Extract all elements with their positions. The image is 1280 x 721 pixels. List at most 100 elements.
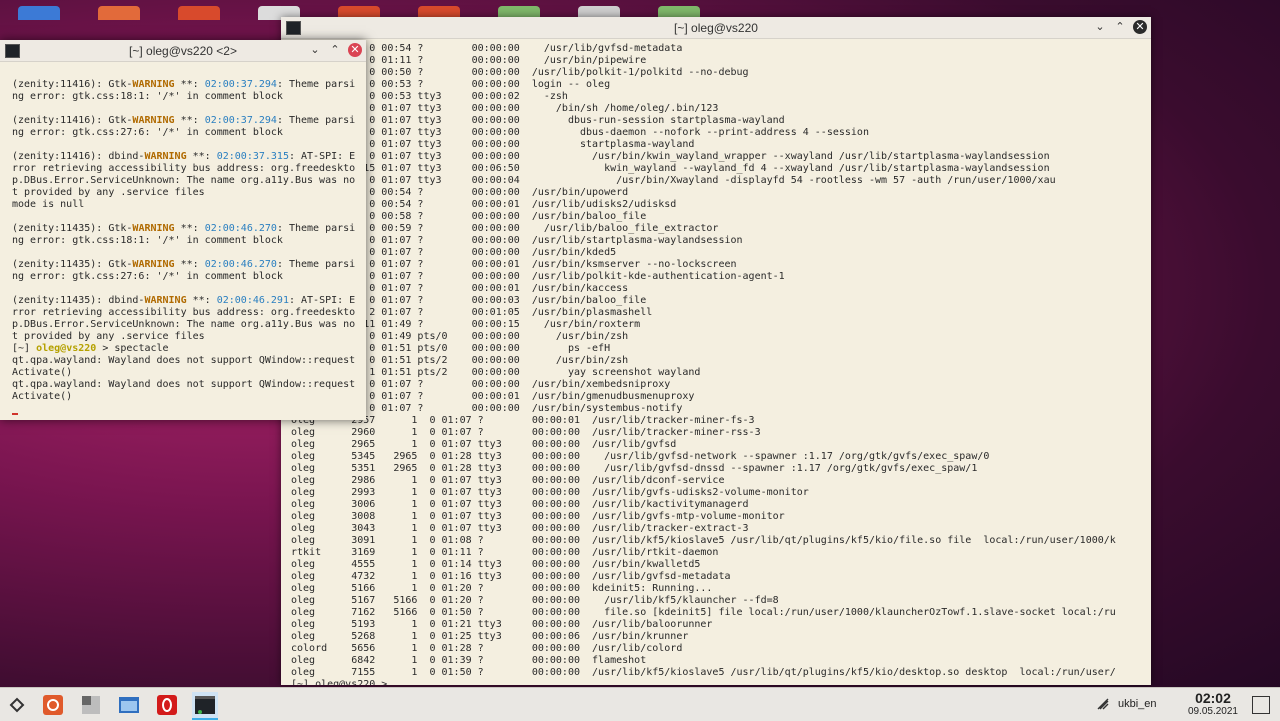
prompt-line: [~] oleg@vs220 > spectacle [12,343,354,355]
log-line: t provided by any .service files [12,187,205,198]
prompt-user: oleg@vs220 [36,343,97,354]
keyboard-layout[interactable]: ukbi_en [1118,698,1157,710]
log-line: mode is null [12,199,85,210]
terminal-line: 2875 2866 0 01:07 tty3 00:00:04 /usr/bin… [291,175,1056,186]
settings-icon[interactable] [40,692,66,718]
log-line: rror retrieving accessibility bus addres… [12,163,356,174]
terminal-line: 2939 1 2 01:07 ? 00:01:05 /usr/bin/plasm… [291,307,653,318]
terminal-line: colord 5656 1 0 01:28 ? 00:00:00 /usr/li… [291,643,683,654]
log-message: : AT-SPI: E [288,151,356,162]
log-time: 02:00:37.294 [204,115,277,126]
terminal-line: oleg 4732 1 0 01:16 tty3 00:00:00 /usr/l… [291,571,731,582]
prompt-prefix: [~] [12,343,37,354]
terminal-line: 7189 7171 1 01:51 pts/2 00:00:00 yay scr… [291,367,701,378]
log-message: : AT-SPI: E [288,295,356,306]
log-line: ng error: gtk.css:27:6: '/*' in comment … [12,271,283,282]
terminal-line: oleg 3008 1 0 01:07 tty3 00:00:00 /usr/l… [291,511,785,522]
log-line: (zenity:11435): Gtk-WARNING **: 02:00:46… [12,223,356,235]
terminal-line: oleg 4555 1 0 01:14 tty3 00:00:00 /usr/b… [291,559,701,570]
terminal-line: 2587 2449 0 00:59 ? 00:00:00 /usr/lib/ba… [291,223,719,234]
terminal-line: 7171 7091 0 01:51 pts/2 00:00:00 /usr/bi… [291,355,629,366]
log-message: : Theme parsi [276,79,356,90]
clock[interactable]: 02:02 09.05.2021 [1188,690,1238,717]
terminal-line: 2856 2855 0 01:07 tty3 00:00:00 dbus-run… [291,115,785,126]
terminal-line: 2449 1 0 00:58 ? 00:00:00 /usr/bin/baloo… [291,211,647,222]
terminal-line: oleg 3006 1 0 01:07 tty3 00:00:00 /usr/l… [291,499,749,510]
maximize-icon[interactable]: ⌃ [328,43,342,57]
log-source: (zenity:11416): Gtk- [12,79,133,90]
title-bar[interactable]: [~] oleg@vs220 ⌄ ⌃ ✕ [281,17,1151,39]
maximize-icon[interactable]: ⌃ [1113,20,1127,34]
log-source: (zenity:11435): Gtk- [12,259,133,270]
log-sep: **: [174,259,205,270]
log-line: rror retrieving accessibility bus addres… [12,307,356,318]
log-line: (zenity:11416): dbind-WARNING **: 02:00:… [12,151,356,163]
log-sep: **: [174,223,205,234]
log-line: qt.qpa.wayland: Wayland does not support… [12,379,356,390]
terminal-line: oleg 2965 1 0 01:07 tty3 00:00:00 /usr/l… [291,439,677,450]
log-level: WARNING [132,115,175,126]
log-source: (zenity:11416): dbind- [12,151,145,162]
log-line: ng error: gtk.css:18:1: '/*' in comment … [12,91,283,102]
show-desktop-icon[interactable] [1252,696,1270,714]
log-message: : Theme parsi [276,223,356,234]
log-line: qt.qpa.wayland: Wayland does not support… [12,355,356,366]
minimize-icon[interactable]: ⌄ [308,43,322,57]
log-sep: **: [186,151,217,162]
log-sep: **: [174,79,205,90]
opera-icon[interactable] [154,692,180,718]
terminal-line: 2941 1 0 01:07 ? 00:00:00 /usr/bin/xembe… [291,379,671,390]
log-source: (zenity:11435): Gtk- [12,223,133,234]
desktop-icon[interactable] [18,6,60,20]
app-launcher-icon[interactable] [4,692,30,718]
network-icon[interactable] [1096,697,1110,716]
desktop-icon[interactable] [178,6,220,20]
files-icon[interactable] [78,692,104,718]
clock-time: 02:02 [1195,690,1231,706]
terminal-line: oleg 2993 1 0 01:07 tty3 00:00:00 /usr/l… [291,487,809,498]
title-bar[interactable]: [~] oleg@vs220 <2> ⌄ ⌃ ✕ [0,40,366,62]
log-sep: **: [174,115,205,126]
terminal-line: oleg 3091 1 0 01:08 ? 00:00:00 /usr/lib/… [291,535,1116,546]
terminal-line: 2935 1 0 01:07 ? 00:00:01 /usr/bin/kacce… [291,283,629,294]
terminal-line: 2866 2865 15 01:07 tty3 00:06:50 kwin_wa… [291,163,1050,174]
log-line: Activate() [12,391,73,402]
terminal-output[interactable]: 1361 474 0 00:54 ? 00:00:00 /usr/lib/gvf… [281,39,1151,685]
terminal-line: oleg 5268 1 0 01:25 tty3 00:00:06 /usr/b… [291,631,689,642]
terminal-line: 2881 1 0 01:07 ? 00:00:00 /usr/lib/start… [291,235,743,246]
file-manager-icon[interactable] [116,692,142,718]
terminal-line: 2865 2858 0 01:07 tty3 00:00:00 /usr/bin… [291,151,1050,162]
log-level: WARNING [144,151,187,162]
terminal-line: oleg 2960 1 0 01:07 ? 00:00:00 /usr/lib/… [291,427,761,438]
close-icon[interactable]: ✕ [348,43,362,57]
terminal-line: oleg 5193 1 0 01:21 tty3 00:00:00 /usr/l… [291,619,713,630]
terminal-line: 2933 1 0 01:07 ? 00:00:00 /usr/lib/polki… [291,271,785,282]
terminal-line: 3167 474 0 01:11 ? 00:00:00 /usr/bin/pip… [291,55,647,66]
desktop-icon[interactable] [98,6,140,20]
terminal-window-main[interactable]: [~] oleg@vs220 ⌄ ⌃ ✕ 1361 474 0 00:54 ? … [281,17,1151,685]
prompt-command: > spectacle [96,343,169,354]
terminal-line: oleg 5345 2965 0 01:28 tty3 00:00:00 /us… [291,451,990,462]
log-time: 02:00:37.294 [204,79,277,90]
log-line: (zenity:11416): Gtk-WARNING **: 02:00:37… [12,115,356,127]
log-time: 02:00:46.270 [204,259,277,270]
log-time: 02:00:46.291 [216,295,289,306]
log-line: p.DBus.Error.ServiceUnknown: The name or… [12,319,356,330]
log-line: ng error: gtk.css:27:6: '/*' in comment … [12,127,283,138]
cursor-line [12,403,354,415]
terminal-line: rtkit 3169 1 0 01:11 ? 00:00:00 /usr/lib… [291,547,719,558]
taskbar: ukbi_en 02:02 09.05.2021 [0,687,1280,721]
terminal-output[interactable]: (zenity:11416): Gtk- WARNING **: 02:00:37… [0,62,366,415]
terminal-window-secondary[interactable]: [~] oleg@vs220 <2> ⌄ ⌃ ✕ (zenity:11416):… [0,40,366,420]
minimize-icon[interactable]: ⌄ [1093,20,1107,34]
log-message: : Theme parsi [276,115,356,126]
terminal-line: 2921 1 0 01:07 ? 00:00:01 /usr/bin/ksmse… [291,259,737,270]
log-line: p.DBus.Error.ServiceUnknown: The name or… [12,175,356,186]
close-icon[interactable]: ✕ [1133,20,1147,34]
log-level: WARNING [132,223,175,234]
log-line: (zenity:11435): dbind-WARNING **: 02:00:… [12,295,356,307]
terminal-icon[interactable] [192,692,218,720]
terminal-line: oleg 7155 1 0 01:50 ? 00:00:00 /usr/lib/… [291,667,1116,678]
